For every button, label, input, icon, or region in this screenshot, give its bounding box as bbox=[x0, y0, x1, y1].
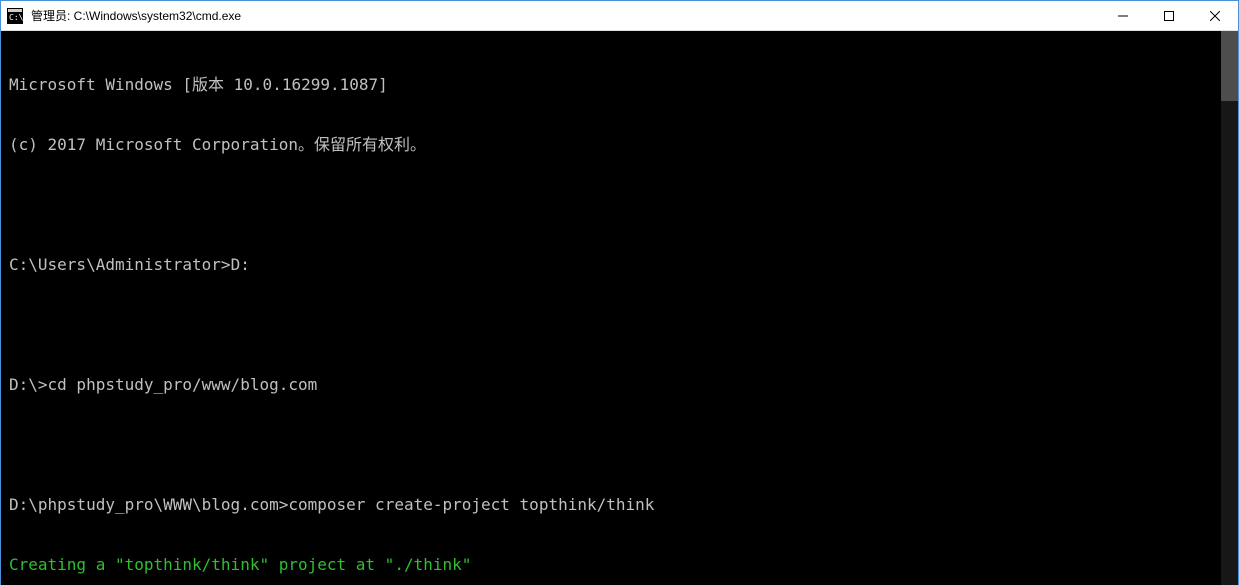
cmd-icon: C:\ bbox=[7, 8, 23, 24]
prompt-line: C:\Users\Administrator>D: bbox=[9, 255, 1236, 275]
maximize-button[interactable] bbox=[1146, 1, 1192, 31]
svg-text:C:\: C:\ bbox=[9, 13, 23, 22]
command-text: composer create-project topthink/think bbox=[288, 495, 654, 514]
blank-line bbox=[9, 435, 1236, 455]
minimize-button[interactable] bbox=[1100, 1, 1146, 31]
blank-line bbox=[9, 315, 1236, 335]
prompt-line: D:\phpstudy_pro\WWW\blog.com>composer cr… bbox=[9, 495, 1236, 515]
output-line: (c) 2017 Microsoft Corporation。保留所有权利。 bbox=[9, 135, 1236, 155]
prompt: C:\Users\Administrator> bbox=[9, 255, 231, 274]
output-line: Creating a "topthink/think" project at "… bbox=[9, 555, 1236, 575]
scrollbar-thumb[interactable] bbox=[1221, 31, 1238, 101]
terminal-output: Microsoft Windows [版本 10.0.16299.1087] (… bbox=[9, 35, 1236, 585]
titlebar[interactable]: C:\ 管理员: C:\Windows\system32\cmd.exe bbox=[1, 1, 1238, 31]
window-title: 管理员: C:\Windows\system32\cmd.exe bbox=[29, 7, 1100, 24]
output-line: Microsoft Windows [版本 10.0.16299.1087] bbox=[9, 75, 1236, 95]
terminal-area[interactable]: Microsoft Windows [版本 10.0.16299.1087] (… bbox=[1, 31, 1238, 585]
blank-line bbox=[9, 195, 1236, 215]
close-button[interactable] bbox=[1192, 1, 1238, 31]
scrollbar-track[interactable] bbox=[1221, 31, 1238, 585]
prompt: D:\phpstudy_pro\WWW\blog.com> bbox=[9, 495, 288, 514]
window-controls bbox=[1100, 1, 1238, 30]
prompt-line: D:\>cd phpstudy_pro/www/blog.com bbox=[9, 375, 1236, 395]
command-text: D: bbox=[231, 255, 250, 274]
prompt: D:\> bbox=[9, 375, 48, 394]
command-text: cd phpstudy_pro/www/blog.com bbox=[48, 375, 318, 394]
